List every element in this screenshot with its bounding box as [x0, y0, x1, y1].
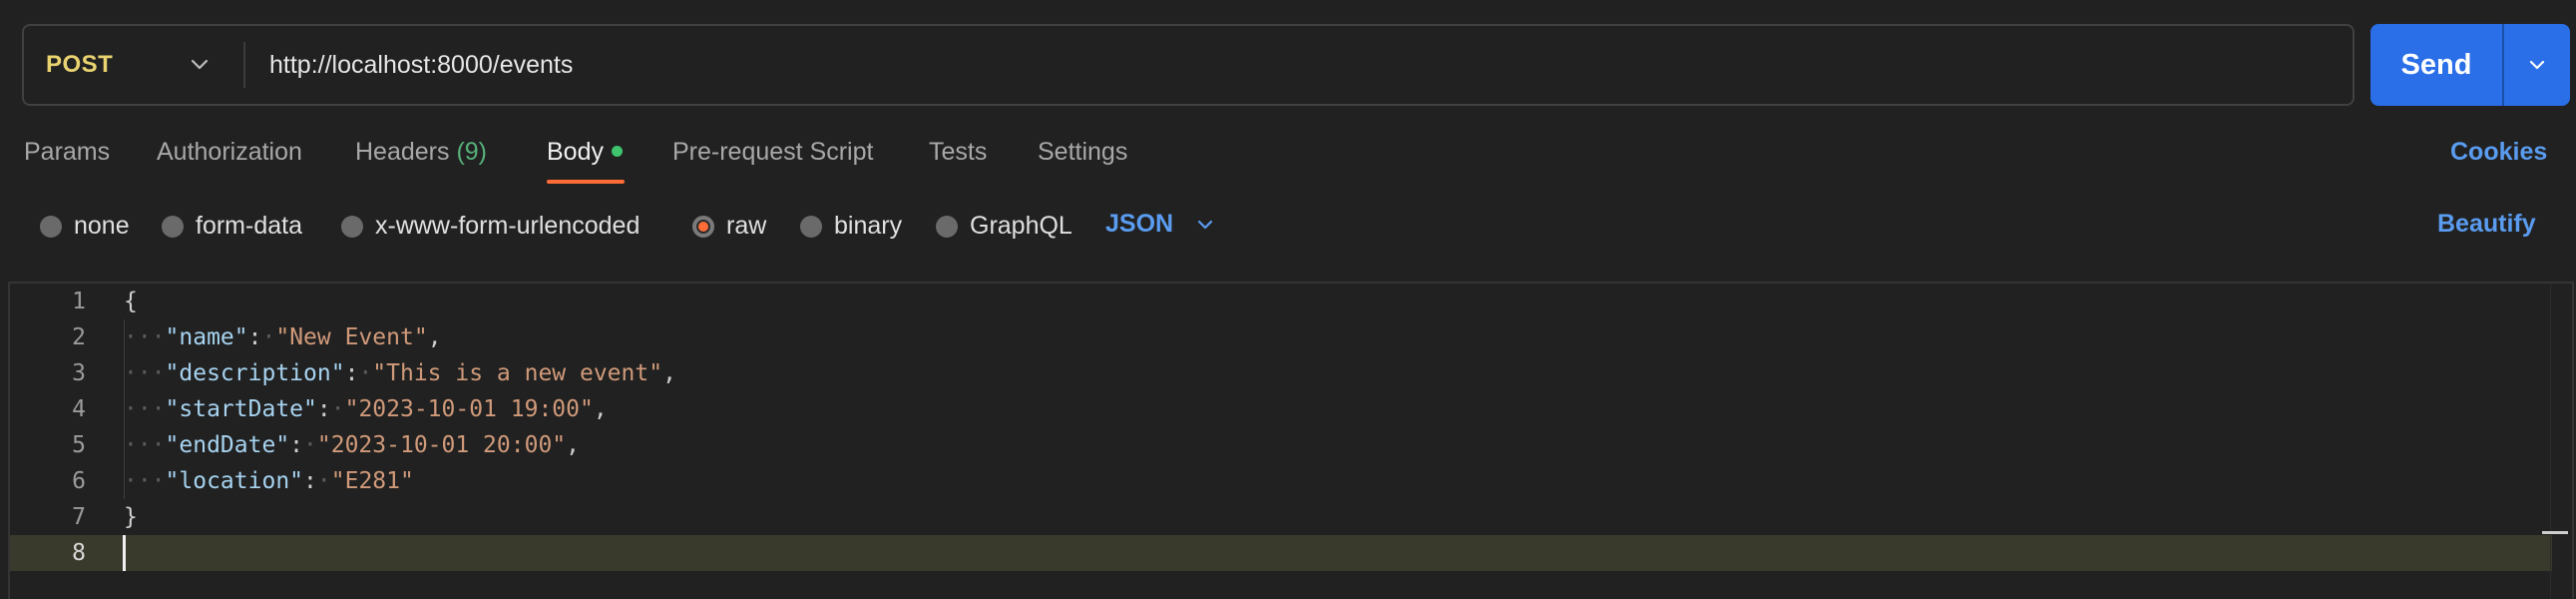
body-type-urlencoded-label: x-www-form-urlencoded: [375, 212, 641, 240]
line-number: 3: [72, 360, 86, 386]
scrollbar-position-marker: [2542, 531, 2568, 534]
body-type-none-label: none: [74, 212, 130, 240]
body-type-graphql[interactable]: GraphQL: [936, 212, 1073, 241]
radio-selected-icon: [692, 215, 714, 238]
tab-pre-request-script[interactable]: Pre-request Script: [672, 138, 873, 167]
body-type-urlencoded[interactable]: x-www-form-urlencoded: [341, 212, 640, 241]
url-bar: POST http://localhost:8000/events: [22, 24, 2355, 106]
json-value: "E281": [330, 468, 414, 494]
headers-count-badge: (9): [456, 138, 488, 166]
json-key: "endDate": [165, 432, 290, 458]
code-text: ···"startDate":·"2023-10-01 19:00",: [124, 396, 608, 422]
tab-headers-label: Headers: [355, 138, 450, 166]
line-number: 2: [72, 324, 86, 350]
beautify-button[interactable]: Beautify: [2437, 210, 2536, 239]
code-line: 7 }: [10, 499, 2552, 535]
body-type-form-data[interactable]: form-data: [162, 212, 302, 241]
json-key: "startDate": [165, 396, 317, 422]
json-trail: ,: [593, 396, 608, 422]
text-caret: [123, 535, 126, 571]
request-tabs: Params Authorization Headers (9) Body Pr…: [0, 130, 2576, 190]
json-value: "This is a new event": [372, 360, 663, 386]
code-text: ···"endDate":·"2023-10-01 20:00",: [124, 432, 580, 458]
send-button[interactable]: Send: [2370, 24, 2502, 106]
body-type-binary[interactable]: binary: [800, 212, 902, 241]
send-button-group: Send: [2370, 24, 2570, 106]
active-tab-indicator: [547, 180, 625, 184]
method-label: POST: [46, 51, 114, 78]
tab-body-label: Body: [547, 138, 604, 166]
line-number: 8: [72, 540, 86, 566]
line-number: 5: [72, 432, 86, 458]
code-text: ···"description":·"This is a new event",: [124, 360, 676, 386]
json-key: "name": [165, 324, 248, 350]
code-line: 5 ···"endDate":·"2023-10-01 20:00",: [10, 427, 2552, 463]
editor-scrollbar[interactable]: [2550, 284, 2573, 599]
tab-params[interactable]: Params: [24, 138, 110, 167]
body-code-editor[interactable]: 1 { 2 ···"name":·"New Event", 3 ···"desc…: [8, 282, 2574, 599]
chevron-down-icon: [2529, 60, 2545, 70]
raw-format-select[interactable]: JSON: [1105, 210, 1215, 239]
chevron-down-icon: [191, 59, 209, 70]
send-options-button[interactable]: [2504, 24, 2570, 106]
body-type-form-data-label: form-data: [196, 212, 302, 240]
url-input[interactable]: http://localhost:8000/events: [269, 51, 2353, 80]
json-trail: ,: [427, 324, 442, 350]
code-text: ···"location":·"E281": [124, 468, 414, 494]
code-line: 2 ···"name":·"New Event",: [10, 319, 2552, 355]
method-url-divider: [243, 42, 245, 88]
code-line: 3 ···"description":·"This is a new event…: [10, 355, 2552, 391]
radio-icon: [162, 215, 184, 238]
code-text: ···"name":·"New Event",: [124, 324, 442, 350]
body-type-binary-label: binary: [834, 212, 903, 240]
json-trail: ,: [662, 360, 676, 386]
body-type-graphql-label: GraphQL: [970, 212, 1073, 240]
line-number: 7: [72, 504, 86, 530]
radio-icon: [40, 215, 62, 238]
json-value: "2023-10-01 20:00": [316, 432, 567, 458]
json-trail: ,: [566, 432, 580, 458]
json-value: "New Event": [275, 324, 428, 350]
radio-icon: [936, 215, 958, 238]
body-type-raw[interactable]: raw: [692, 212, 766, 241]
code-text: }: [124, 504, 138, 530]
tab-settings[interactable]: Settings: [1038, 138, 1127, 167]
request-builder: POST http://localhost:8000/events Send P…: [0, 0, 2576, 599]
tab-headers[interactable]: Headers (9): [355, 138, 487, 167]
tab-body[interactable]: Body: [547, 138, 623, 167]
radio-icon: [800, 215, 822, 238]
radio-icon: [341, 215, 363, 238]
code-text: {: [124, 289, 138, 314]
method-select[interactable]: POST: [24, 26, 243, 104]
line-number: 4: [72, 396, 86, 422]
json-key: "description": [165, 360, 345, 386]
tab-tests[interactable]: Tests: [929, 138, 987, 167]
body-type-raw-label: raw: [726, 212, 767, 240]
chevron-down-icon: [1197, 220, 1213, 229]
body-modified-dot-icon: [611, 145, 623, 157]
json-key: "location": [165, 468, 304, 494]
code-line: 1 {: [10, 284, 2552, 319]
body-type-selector: none form-data x-www-form-urlencoded raw…: [0, 200, 2576, 250]
code-line-current: 8: [10, 535, 2552, 571]
json-value: "2023-10-01 19:00": [344, 396, 594, 422]
line-number: 6: [72, 468, 86, 494]
raw-format-label: JSON: [1105, 210, 1174, 238]
cookies-link[interactable]: Cookies: [2450, 138, 2547, 167]
code-line: 6 ···"location":·"E281": [10, 463, 2552, 499]
code-line: 4 ···"startDate":·"2023-10-01 19:00",: [10, 391, 2552, 427]
tab-authorization[interactable]: Authorization: [157, 138, 302, 167]
line-number: 1: [72, 289, 86, 314]
body-type-none[interactable]: none: [40, 212, 130, 241]
